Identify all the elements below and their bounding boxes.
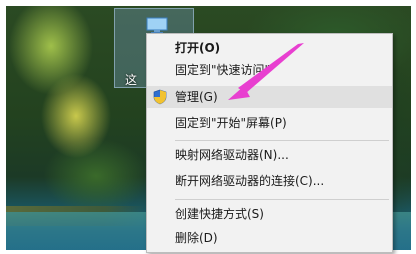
desktop-icon-label: 这: [125, 73, 138, 87]
menu-item-open[interactable]: 打开(O): [147, 37, 392, 59]
menu-item-label: 打开(O): [175, 41, 221, 55]
menu-item-pin-start[interactable]: 固定到"开始"屏幕(P): [147, 112, 392, 134]
menu-item-label: 固定到"开始"屏幕(P): [175, 116, 287, 130]
shield-uac-icon: [153, 89, 167, 105]
menu-item-label: 固定到"快速访问": [175, 63, 271, 77]
menu-item-label: 映射网络驱动器(N)...: [175, 148, 289, 162]
menu-item-delete[interactable]: 删除(D): [147, 227, 392, 249]
menu-item-label: 断开网络驱动器的连接(C)...: [175, 174, 325, 188]
context-menu: 打开(O) 固定到"快速访问" 管理(G) 固定到"开始"屏幕(P) 映射网络驱…: [146, 33, 393, 253]
menu-item-label: 创建快捷方式(S): [175, 207, 264, 221]
menu-item-label: 删除(D): [175, 231, 218, 245]
menu-item-create-shortcut[interactable]: 创建快捷方式(S): [147, 203, 392, 225]
menu-separator: [175, 140, 389, 141]
menu-item-manage[interactable]: 管理(G): [147, 86, 392, 108]
screenshot-frame: 这 打开(O) 固定到"快速访问" 管理(G) 固定到"开始"屏幕(P) 映射网…: [0, 0, 416, 254]
menu-item-map-network-drive[interactable]: 映射网络驱动器(N)...: [147, 144, 392, 166]
menu-item-disconnect-network-drive[interactable]: 断开网络驱动器的连接(C)...: [147, 170, 392, 192]
menu-item-label: 管理(G): [175, 90, 218, 104]
menu-item-pin-quick-access[interactable]: 固定到"快速访问": [147, 59, 392, 81]
menu-separator: [175, 199, 389, 200]
